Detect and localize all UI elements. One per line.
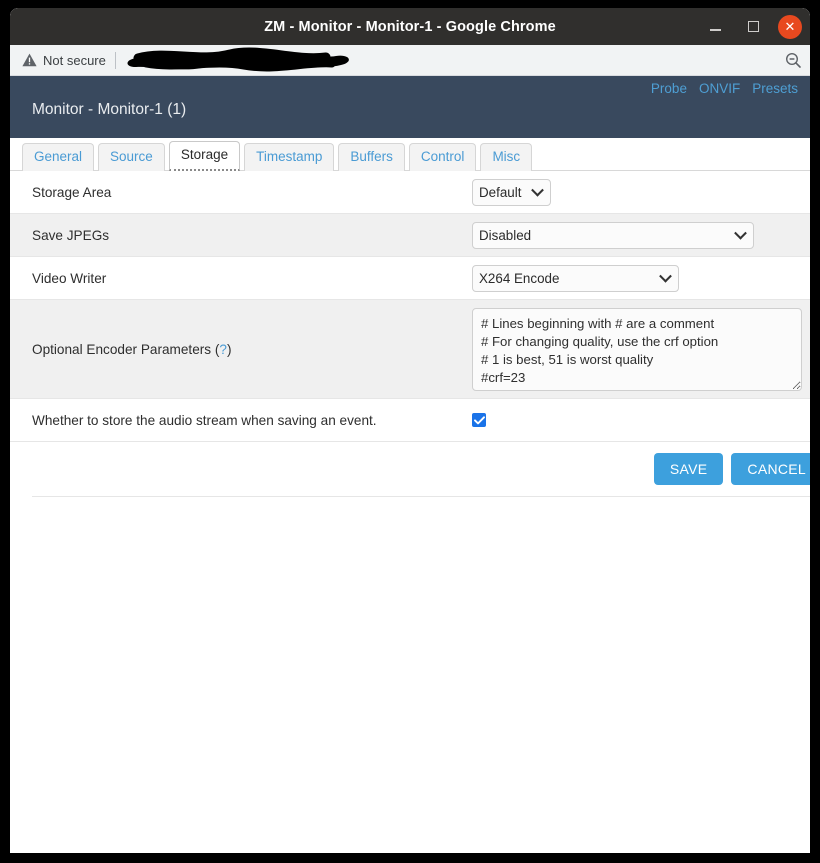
audio-stream-label: Whether to store the audio stream when s… [32,412,377,428]
row-encoder-parameters: Optional Encoder Parameters (?) # Lines … [10,300,810,399]
window-title: ZM - Monitor - Monitor-1 - Google Chrome [264,18,556,35]
browser-window: ZM - Monitor - Monitor-1 - Google Chrome… [10,8,810,853]
url-input-redacted[interactable] [126,47,777,72]
page-empty-area [10,497,810,853]
minimize-icon [709,29,721,31]
audio-stream-checkbox[interactable] [472,413,486,427]
form-actions-wrap: SAVE CANCEL [10,442,810,497]
storage-settings-form: Storage Area Default Save JPEGs Disabled [10,171,810,497]
browser-address-bar[interactable]: Not secure [10,45,810,76]
tab-buffers[interactable]: Buffers [338,143,405,171]
storage-area-select-wrap: Default [472,178,551,206]
window-controls: ✕ [702,8,802,45]
storage-area-label: Storage Area [32,184,112,200]
row-video-writer: Video Writer X264 Encode [10,257,810,300]
video-writer-label: Video Writer [32,270,107,286]
onvif-link[interactable]: ONVIF [699,81,740,96]
video-writer-select-wrap: X264 Encode [472,264,679,292]
tab-control[interactable]: Control [408,143,477,171]
presets-link[interactable]: Presets [752,81,798,96]
cancel-button[interactable]: CANCEL [731,453,810,485]
encoder-parameters-help-link[interactable]: ? [219,342,227,357]
maximize-button[interactable] [740,14,766,40]
zm-page-header: Probe ONVIF Presets Monitor - Monitor-1 … [10,76,810,138]
minimize-button[interactable] [702,14,728,40]
tab-timestamp[interactable]: Timestamp [244,143,335,171]
row-save-jpegs: Save JPEGs Disabled [10,214,810,257]
storage-area-select[interactable]: Default [472,178,551,206]
zoom-out-icon[interactable] [777,52,802,69]
security-status-chip[interactable]: Not secure [22,53,106,68]
omnibox-divider [114,51,116,69]
checkmark-icon [473,415,485,424]
tab-source[interactable]: Source [98,143,165,171]
save-jpegs-select-wrap: Disabled [472,221,754,249]
close-button[interactable]: ✕ [778,14,802,39]
encoder-parameters-textarea[interactable]: # Lines beginning with # are a comment #… [472,307,802,391]
tab-misc[interactable]: Misc [480,143,533,171]
tab-general[interactable]: General [22,143,95,171]
window-titlebar: ZM - Monitor - Monitor-1 - Google Chrome… [10,8,810,45]
warning-triangle-icon [22,53,37,67]
save-jpegs-label: Save JPEGs [32,227,110,243]
encoder-parameters-text: Optional Encoder Parameters [32,341,212,357]
page-content: Probe ONVIF Presets Monitor - Monitor-1 … [10,76,810,853]
maximize-icon [747,21,759,32]
video-writer-select[interactable]: X264 Encode [472,264,679,292]
form-actions: SAVE CANCEL [32,442,810,497]
row-storage-area: Storage Area Default [10,171,810,214]
save-jpegs-select[interactable]: Disabled [472,221,754,249]
encoder-parameters-help-close: ) [226,341,232,357]
zm-header-nav: Probe ONVIF Presets [651,81,798,96]
monitor-tabs: General Source Storage Timestamp Buffers… [10,138,810,171]
row-audio-stream: Whether to store the audio stream when s… [10,399,810,442]
probe-link[interactable]: Probe [651,81,687,96]
page-title: Monitor - Monitor-1 (1) [32,101,187,118]
save-button[interactable]: SAVE [653,453,724,485]
security-status-label: Not secure [43,52,106,68]
encoder-parameters-label: Optional Encoder Parameters (?) [32,342,472,357]
redaction-scribble-icon [127,47,349,72]
tab-storage[interactable]: Storage [168,141,241,171]
